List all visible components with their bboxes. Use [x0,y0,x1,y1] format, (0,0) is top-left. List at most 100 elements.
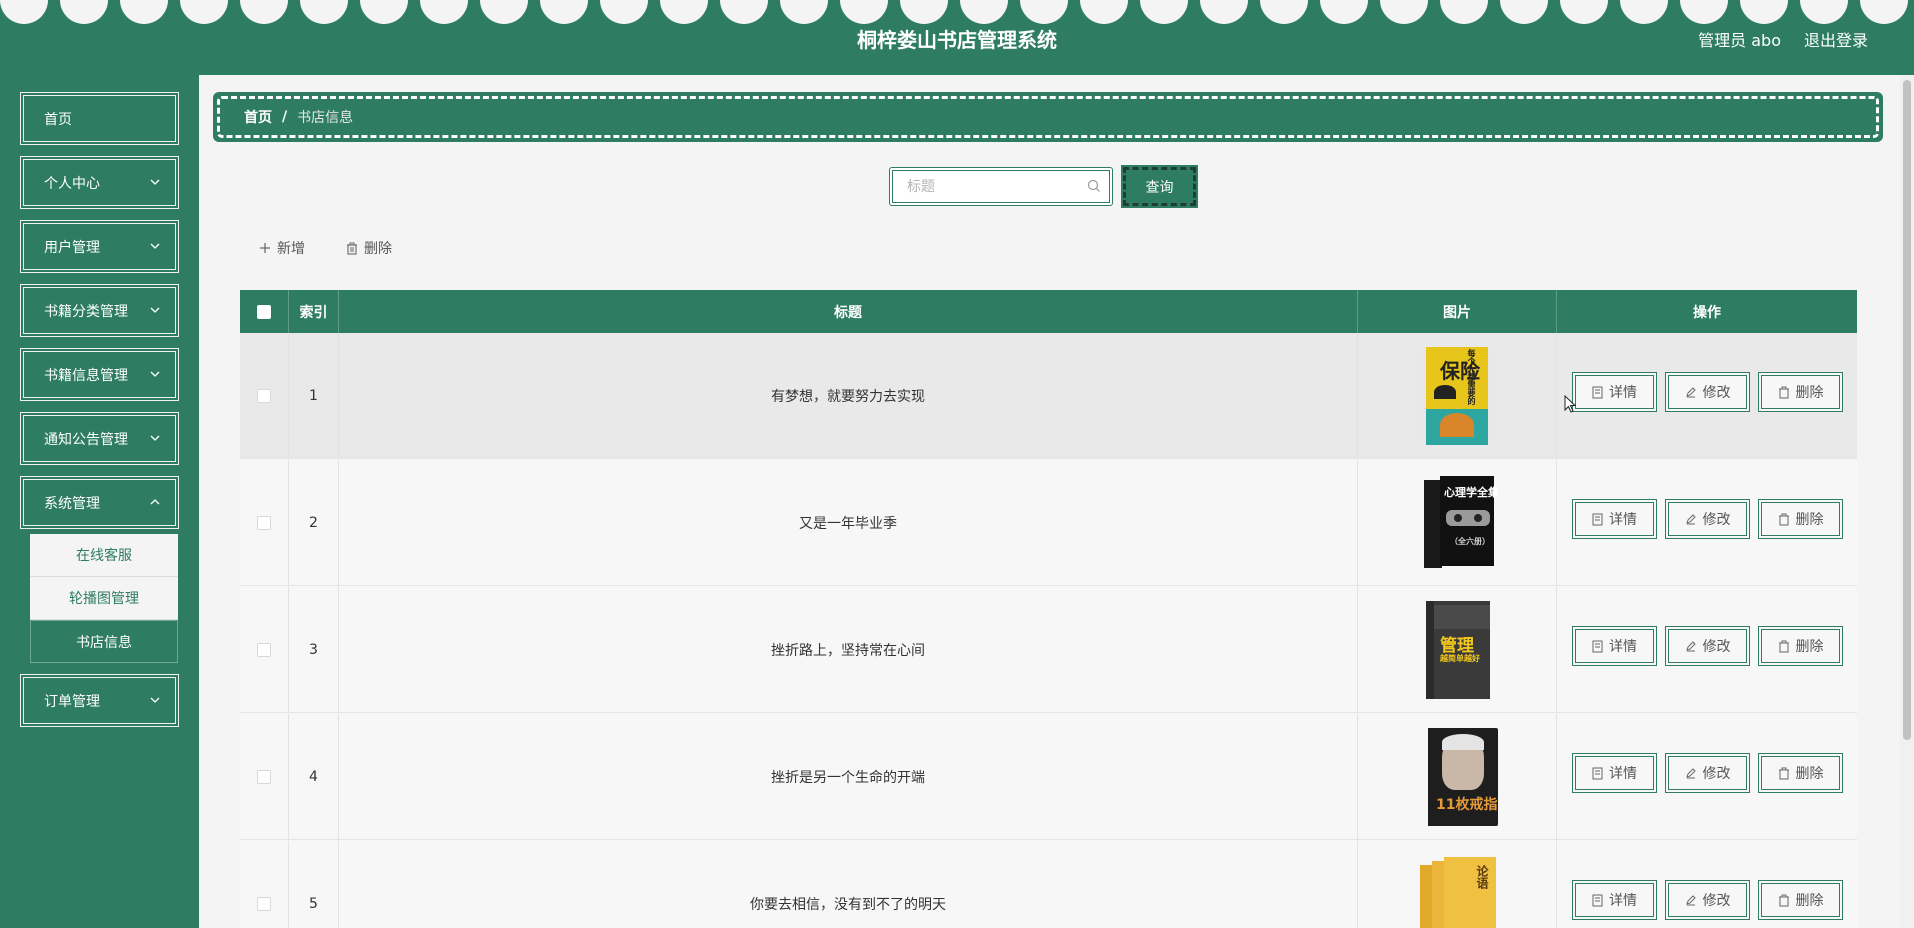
row-checkbox[interactable] [257,770,271,784]
submenu-item-label: 轮播图管理 [69,591,139,607]
row-title: 又是一年毕业季 [339,460,1358,586]
sidebar-item-system[interactable]: 系统管理 [20,476,179,529]
breadcrumb-separator: / [282,109,288,125]
chevron-down-icon [150,243,160,249]
delete-label: 删除 [1795,639,1824,655]
detail-button[interactable]: 详情 [1572,753,1657,793]
header-scallop [660,0,708,24]
edit-pencil-icon [1685,641,1696,652]
header-select-all[interactable] [240,290,289,333]
delete-button[interactable]: 删除 [1758,499,1843,539]
sidebar-item-label: 书籍分类管理 [44,303,128,320]
vertical-scrollbar[interactable] [1900,75,1914,928]
detail-label: 详情 [1609,385,1637,401]
edit-button[interactable]: 修改 [1665,626,1750,666]
header-scallop [60,0,108,24]
header-scallop [120,0,168,24]
sidebar-item-orders[interactable]: 订单管理 [20,674,179,727]
batch-delete-button[interactable]: 删除 [346,237,392,259]
detail-button[interactable]: 详情 [1572,372,1657,412]
edit-button[interactable]: 修改 [1665,499,1750,539]
chevron-up-icon [150,499,160,505]
row-checkbox[interactable] [257,897,271,911]
table-row: 3 挫折路上，坚持常在心间 管理 越简单越好 详情 修改 删除 [240,587,1857,713]
header-scallop [600,0,648,24]
header-scallop [1140,0,1188,24]
sidebar-item-personal-center[interactable]: 个人中心 [20,156,179,209]
trash-icon [347,242,357,255]
table-header: 索引 标题 图片 操作 [240,290,1857,333]
detail-button[interactable]: 详情 [1572,499,1657,539]
scrollbar-thumb[interactable] [1903,80,1911,740]
trash-icon [1778,386,1789,398]
breadcrumb-home[interactable]: 首页 [244,107,272,127]
detail-button[interactable]: 详情 [1572,880,1657,920]
cover-main-text: 论语 [1475,865,1489,889]
submenu-item-online-service[interactable]: 在线客服 [30,534,178,577]
header-scallop [1500,0,1548,24]
breadcrumb-container: 首页 / 书店信息 [213,92,1883,142]
sidebar-item-notice[interactable]: 通知公告管理 [20,412,179,465]
delete-button[interactable]: 删除 [1758,880,1843,920]
delete-button[interactable]: 删除 [1758,753,1843,793]
row-title: 挫折路上，坚持常在心间 [339,587,1358,713]
edit-button[interactable]: 修改 [1665,753,1750,793]
row-checkbox[interactable] [257,389,271,403]
sidebar-item-book-info[interactable]: 书籍信息管理 [20,348,179,401]
column-header-ops: 操作 [1693,304,1721,321]
book-cover-image: 论语 [1416,855,1498,928]
row-checkbox[interactable] [257,516,271,530]
breadcrumb-current: 书店信息 [297,110,354,126]
logout-link[interactable]: 退出登录 [1804,27,1868,51]
select-all-checkbox[interactable] [257,304,271,319]
table-row: 1 有梦想，就要努力去实现 每个人都需要的 保险 详情 修改 删除 [240,333,1857,459]
row-index: 5 [289,841,339,928]
batch-delete-label: 删除 [364,241,392,257]
edit-button[interactable]: 修改 [1665,880,1750,920]
header-scallop [900,0,948,24]
sidebar-item-label: 通知公告管理 [44,431,128,448]
sidebar-item-label: 个人中心 [44,175,100,192]
book-cover-image: 11枚戒指 [1416,728,1498,826]
document-icon [1592,894,1603,906]
data-table: 索引 标题 图片 操作 1 有梦想，就要努力去实现 每个人都需要的 保险 详情 [240,290,1857,928]
book-cover-image: 管理 越简单越好 [1416,601,1498,699]
admin-username: 管理员 abo [1698,31,1781,50]
sidebar-item-label: 书籍信息管理 [44,367,128,384]
delete-button[interactable]: 删除 [1758,626,1843,666]
header-scallop [1860,0,1908,24]
edit-button[interactable]: 修改 [1665,372,1750,412]
sidebar-item-book-category[interactable]: 书籍分类管理 [20,284,179,337]
row-index: 3 [289,587,339,713]
delete-label: 删除 [1795,385,1824,401]
header-scallop [1020,0,1068,24]
trash-icon [1778,640,1789,652]
header-scallop [1260,0,1308,24]
system-submenu: 在线客服 轮播图管理 书店信息 [30,534,178,663]
row-checkbox[interactable] [257,643,271,657]
submenu-item-carousel[interactable]: 轮播图管理 [30,577,178,620]
edit-pencil-icon [1685,387,1696,398]
table-row: 2 又是一年毕业季 心理学全集 （全六册） 详情 修改 删除 [240,460,1857,586]
submenu-item-store-info[interactable]: 书店信息 [30,620,178,663]
submenu-item-label: 书店信息 [76,634,132,651]
delete-button[interactable]: 删除 [1758,372,1843,412]
sidebar-item-user-management[interactable]: 用户管理 [20,220,179,273]
detail-label: 详情 [1609,512,1637,528]
edit-pencil-icon [1685,514,1696,525]
header-scallop [1320,0,1368,24]
header-scallop [480,0,528,24]
submenu-item-label: 在线客服 [76,548,132,564]
row-index: 1 [289,333,339,459]
header-scallop [1440,0,1488,24]
sidebar-item-home[interactable]: 首页 [20,92,179,145]
sidebar: 首页 个人中心 用户管理 书籍分类管理 书籍信息管理 通知公告管理 系统管理 在… [0,75,199,928]
row-index: 4 [289,714,339,840]
detail-label: 详情 [1609,639,1637,655]
query-button[interactable]: 查询 [1121,165,1198,208]
search-input[interactable] [893,171,1109,202]
add-button[interactable]: 新增 [259,237,305,259]
chevron-down-icon [150,435,160,441]
detail-button[interactable]: 详情 [1572,626,1657,666]
header-scallop [1620,0,1668,24]
